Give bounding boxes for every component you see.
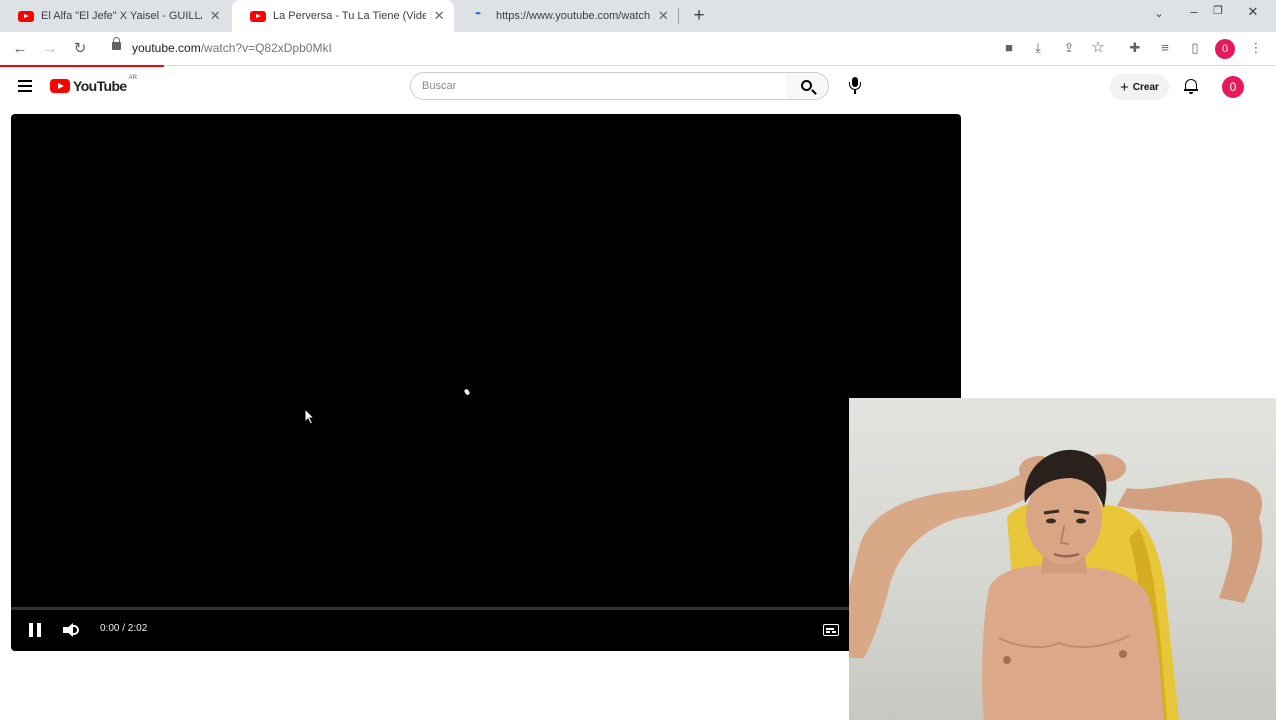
youtube-play-icon bbox=[50, 79, 70, 93]
search-button[interactable] bbox=[786, 72, 829, 100]
country-code: AR bbox=[128, 75, 137, 81]
youtube-masthead: YouTube AR + Crear 0 bbox=[0, 67, 1276, 107]
person-figure bbox=[849, 449, 1263, 720]
camera-icon[interactable]: ■ bbox=[1000, 38, 1018, 58]
reading-list-icon[interactable]: ≡ bbox=[1156, 38, 1174, 58]
browser-tab[interactable]: El Alfa "El Jefe" X Yaisel - GUILLAO ✕ bbox=[0, 0, 230, 32]
volume-icon[interactable] bbox=[61, 622, 81, 638]
lock-icon bbox=[112, 37, 121, 51]
youtube-icon bbox=[250, 10, 266, 22]
close-window-button[interactable]: ✕ bbox=[1243, 4, 1263, 20]
user-avatar[interactable]: 0 bbox=[1222, 76, 1244, 98]
side-panel-icon[interactable]: ▯ bbox=[1186, 38, 1204, 58]
browser-tab[interactable]: https://www.youtube.com/watch ✕ bbox=[456, 0, 678, 32]
browser-tab-active[interactable]: La Perversa - Tu La Tiene (Video Oficial… bbox=[232, 0, 454, 32]
close-tab-icon[interactable]: ✕ bbox=[657, 8, 670, 24]
notifications-bell-icon[interactable] bbox=[1184, 78, 1198, 94]
loading-icon bbox=[474, 12, 482, 20]
reload-icon[interactable]: ↻ bbox=[69, 38, 91, 60]
voice-search-mic-icon[interactable] bbox=[849, 77, 861, 95]
create-button[interactable]: + Crear bbox=[1110, 74, 1169, 100]
tab-title: https://www.youtube.com/watch bbox=[496, 10, 651, 22]
loading-spinner bbox=[463, 388, 471, 396]
search-icon bbox=[801, 80, 812, 91]
mouse-cursor-icon bbox=[304, 408, 315, 425]
share-icon[interactable]: ⇪ bbox=[1060, 38, 1078, 58]
plus-icon: + bbox=[1120, 78, 1129, 96]
url-host: youtube.com bbox=[132, 41, 201, 55]
close-tab-icon[interactable]: ✕ bbox=[432, 8, 446, 24]
install-icon[interactable]: ⤓ bbox=[1029, 38, 1047, 58]
tab-search-icon[interactable]: ⌄ bbox=[1149, 7, 1169, 20]
pause-icon[interactable] bbox=[29, 623, 41, 637]
browser-profile-avatar[interactable]: 0 bbox=[1215, 39, 1235, 59]
subtitles-icon[interactable] bbox=[823, 624, 839, 636]
new-tab-button[interactable]: + bbox=[690, 6, 708, 26]
close-tab-icon[interactable]: ✕ bbox=[208, 8, 222, 24]
tab-separator bbox=[678, 8, 679, 24]
browser-tab-strip: El Alfa "El Jefe" X Yaisel - GUILLAO ✕ L… bbox=[0, 0, 1276, 32]
browser-toolbar: ← → ↻ youtube.com/watch?v=Q82xDpb0MkI bbox=[0, 32, 1276, 66]
video-progress-bar[interactable] bbox=[11, 607, 961, 610]
url-path: /watch?v=Q82xDpb0MkI bbox=[200, 41, 332, 55]
back-arrow-icon[interactable]: ← bbox=[9, 38, 31, 60]
browser-menu-icon[interactable]: ⋮ bbox=[1247, 38, 1265, 58]
bookmark-star-icon[interactable]: ☆ bbox=[1089, 38, 1107, 58]
url-text[interactable]: youtube.com/watch?v=Q82xDpb0MkI bbox=[132, 41, 332, 55]
webcam-overlay bbox=[849, 398, 1276, 720]
create-label: Crear bbox=[1132, 81, 1159, 93]
search-input[interactable] bbox=[422, 73, 762, 99]
youtube-logo[interactable]: YouTube AR bbox=[50, 75, 137, 94]
hamburger-menu-icon[interactable] bbox=[18, 80, 32, 92]
time-display: 0:00 / 2:02 bbox=[100, 623, 148, 634]
video-player[interactable]: 0:00 / 2:02 bbox=[11, 114, 961, 651]
extensions-puzzle-icon[interactable]: ✚ bbox=[1126, 38, 1144, 58]
minimize-button[interactable]: – bbox=[1184, 4, 1204, 19]
tab-title: El Alfa "El Jefe" X Yaisel - GUILLAO bbox=[41, 10, 203, 22]
youtube-wordmark: YouTube bbox=[73, 78, 127, 94]
youtube-icon bbox=[18, 10, 34, 22]
search-box bbox=[410, 72, 787, 100]
tab-title: La Perversa - Tu La Tiene (Video Oficial… bbox=[273, 10, 427, 22]
forward-arrow-icon[interactable]: → bbox=[39, 38, 61, 60]
restore-button[interactable]: ❐ bbox=[1208, 4, 1228, 17]
